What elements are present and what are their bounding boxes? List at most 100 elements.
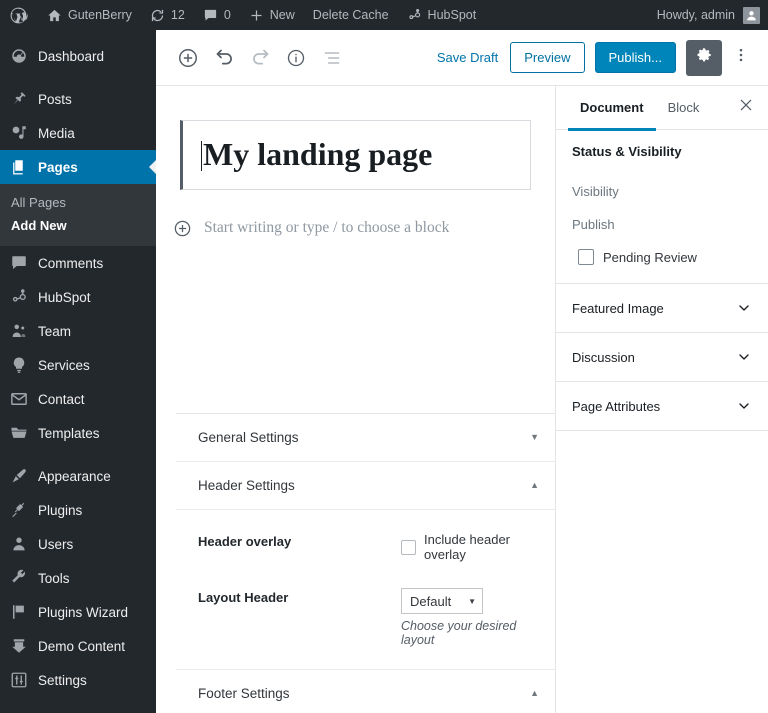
pending-review-row[interactable]: Pending Review bbox=[572, 241, 752, 267]
tab-document[interactable]: Document bbox=[568, 86, 656, 131]
menu-top-spacer bbox=[0, 30, 156, 39]
folder-icon bbox=[9, 423, 29, 443]
add-block-button[interactable] bbox=[170, 40, 206, 76]
sidebar-item-settings[interactable]: Settings bbox=[0, 663, 156, 697]
publish-row[interactable]: Publish bbox=[572, 208, 752, 241]
menu-group-separator-2 bbox=[0, 450, 156, 459]
sidebar-item-label: Templates bbox=[38, 425, 100, 441]
checkbox-unchecked-icon[interactable] bbox=[578, 249, 594, 265]
admin-bar-comments[interactable]: 0 bbox=[194, 0, 240, 30]
media-icon bbox=[9, 123, 29, 143]
metabox-title: Footer Settings bbox=[198, 686, 290, 701]
panel-page-attributes[interactable]: Page Attributes bbox=[556, 382, 768, 431]
comments-count: 0 bbox=[223, 8, 231, 22]
metabox-header-header-settings[interactable]: Header Settings ▲ bbox=[176, 462, 555, 510]
metabox-area: General Settings ▼ Header Settings ▲ Hea… bbox=[176, 413, 555, 713]
sidebar-item-add-new[interactable]: Add New bbox=[0, 214, 156, 237]
checkbox-unchecked-icon[interactable] bbox=[401, 539, 416, 555]
sidebar-item-plugins[interactable]: Plugins bbox=[0, 493, 156, 527]
metabox-body-header-settings: Header overlay Include header overlay La… bbox=[176, 510, 555, 670]
admin-bar-delete-cache[interactable]: Delete Cache bbox=[304, 0, 398, 30]
hubspot-icon bbox=[407, 8, 422, 23]
redo-arrow-icon bbox=[250, 47, 271, 68]
post-title-field[interactable]: My landing page bbox=[180, 120, 531, 191]
sidebar-item-label: HubSpot bbox=[38, 289, 91, 305]
field-help-text: Choose your desired layout bbox=[401, 619, 517, 647]
pages-icon bbox=[9, 157, 29, 177]
layout-header-select[interactable]: Default ▼ bbox=[401, 588, 483, 614]
sidebar-item-label: Dashboard bbox=[38, 48, 105, 64]
admin-sidebar-menu: Dashboard Posts Media Pages All Pages Ad… bbox=[0, 30, 156, 713]
user-icon bbox=[9, 534, 29, 554]
tab-block[interactable]: Block bbox=[656, 86, 712, 130]
sidebar-item-pages[interactable]: Pages bbox=[0, 150, 156, 184]
info-circle-icon bbox=[286, 48, 306, 68]
visibility-row[interactable]: Visibility bbox=[572, 175, 752, 208]
undo-button[interactable] bbox=[206, 40, 242, 76]
admin-bar-updates[interactable]: 12 bbox=[141, 0, 194, 30]
sidebar-item-users[interactable]: Users bbox=[0, 527, 156, 561]
list-view-button[interactable] bbox=[314, 40, 350, 76]
team-person-icon bbox=[9, 321, 29, 341]
panel-title: Discussion bbox=[572, 349, 635, 365]
editor-canvas: My landing page Start writing or type / … bbox=[156, 86, 555, 713]
block-editor: Save Draft Preview Publish... My landing… bbox=[156, 30, 768, 713]
wordpress-block-editor-screen: GutenBerry 12 0 New Delete Cache HubSpot… bbox=[0, 0, 768, 713]
content-info-button[interactable] bbox=[278, 40, 314, 76]
sidebar-item-label: Services bbox=[38, 357, 90, 373]
pin-icon bbox=[9, 89, 29, 109]
triangle-down-icon: ▼ bbox=[468, 596, 476, 606]
sidebar-item-all-pages[interactable]: All Pages bbox=[0, 191, 156, 214]
publish-button[interactable]: Publish... bbox=[594, 42, 676, 73]
metabox-title: Header Settings bbox=[198, 478, 295, 493]
sidebar-item-contact[interactable]: Contact bbox=[0, 382, 156, 416]
sidebar-item-services[interactable]: Services bbox=[0, 348, 156, 382]
sidebar-item-label: Settings bbox=[38, 672, 87, 688]
checkbox-label: Pending Review bbox=[603, 249, 697, 265]
admin-bar-account[interactable]: Howdy, admin bbox=[656, 6, 768, 24]
download-box-icon bbox=[9, 636, 29, 656]
plus-circle-icon[interactable] bbox=[170, 216, 194, 240]
sidebar-item-demo-content[interactable]: Demo Content bbox=[0, 629, 156, 663]
panel-featured-image[interactable]: Featured Image bbox=[556, 284, 768, 333]
more-menu-button[interactable] bbox=[726, 40, 756, 76]
triangle-up-icon: ▲ bbox=[530, 688, 539, 698]
chevron-down-icon bbox=[736, 349, 752, 365]
admin-bar-hubspot[interactable]: HubSpot bbox=[398, 0, 486, 30]
save-draft-button[interactable]: Save Draft bbox=[425, 50, 510, 65]
close-settings-button[interactable] bbox=[728, 86, 764, 130]
panel-title: Featured Image bbox=[572, 300, 664, 316]
metabox-header-general-settings[interactable]: General Settings ▼ bbox=[176, 414, 555, 462]
admin-bar-new-content[interactable]: New bbox=[240, 0, 304, 30]
panel-title: Page Attributes bbox=[572, 398, 661, 414]
admin-bar-wordpress-logo[interactable] bbox=[0, 0, 38, 30]
sidebar-item-media[interactable]: Media bbox=[0, 116, 156, 150]
post-title-text: My landing page bbox=[201, 136, 433, 172]
admin-bar-site-name[interactable]: GutenBerry bbox=[38, 0, 141, 30]
howdy-label: Howdy, admin bbox=[656, 8, 735, 22]
preview-button[interactable]: Preview bbox=[510, 42, 585, 73]
empty-paragraph-block[interactable]: Start writing or type / to choose a bloc… bbox=[156, 190, 555, 240]
sidebar-item-plugins-wizard[interactable]: Plugins Wizard bbox=[0, 595, 156, 629]
sidebar-item-team[interactable]: Team bbox=[0, 314, 156, 348]
field-label: Header overlay bbox=[198, 534, 292, 549]
settings-toggle-button[interactable] bbox=[686, 39, 722, 76]
header-overlay-checkbox-row[interactable]: Include header overlay bbox=[401, 532, 539, 562]
redo-button[interactable] bbox=[242, 40, 278, 76]
sidebar-item-label: Media bbox=[38, 125, 75, 141]
sidebar-item-posts[interactable]: Posts bbox=[0, 82, 156, 116]
gear-icon bbox=[695, 46, 713, 69]
select-value: Default bbox=[410, 593, 452, 609]
sidebar-item-templates[interactable]: Templates bbox=[0, 416, 156, 450]
field-label: Layout Header bbox=[198, 590, 289, 605]
field-control: Default ▼ Choose your desired layout bbox=[401, 588, 539, 647]
site-name-label: GutenBerry bbox=[68, 8, 132, 22]
sidebar-item-comments[interactable]: Comments bbox=[0, 246, 156, 280]
panel-discussion[interactable]: Discussion bbox=[556, 333, 768, 382]
sidebar-item-dashboard[interactable]: Dashboard bbox=[0, 39, 156, 73]
metabox-header-footer-settings[interactable]: Footer Settings ▲ bbox=[176, 670, 555, 713]
sidebar-item-tools[interactable]: Tools bbox=[0, 561, 156, 595]
sidebar-item-appearance[interactable]: Appearance bbox=[0, 459, 156, 493]
sidebar-item-label: Team bbox=[38, 323, 72, 339]
sidebar-item-hubspot[interactable]: HubSpot bbox=[0, 280, 156, 314]
